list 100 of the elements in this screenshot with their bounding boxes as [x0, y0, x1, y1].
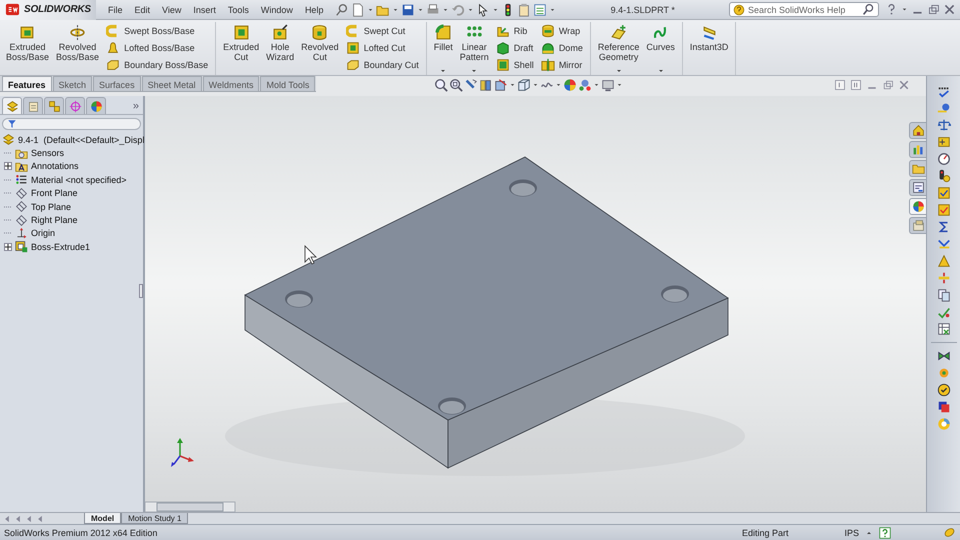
search-icon[interactable] — [862, 3, 875, 16]
panel-tab[interactable] — [86, 97, 106, 114]
gauge-icon[interactable] — [936, 152, 950, 166]
menu-item[interactable]: View — [156, 2, 188, 16]
panel-resize-handle[interactable] — [139, 284, 143, 298]
tab[interactable]: Features — [2, 76, 52, 91]
tree-item[interactable]: Top Plane — [31, 202, 72, 212]
tab[interactable]: Sheet Metal — [142, 76, 202, 91]
ribbon-button[interactable]: Extruded Boss/Base — [4, 22, 52, 75]
menu-item[interactable]: Tools — [222, 2, 255, 16]
sigma-icon[interactable] — [936, 220, 950, 234]
zoom-to-fit-icon[interactable] — [434, 78, 448, 92]
compare-icon[interactable] — [936, 288, 950, 302]
help-icon[interactable] — [879, 526, 891, 538]
ribbon-button[interactable]: Linear Pattern — [458, 22, 491, 75]
restore-icon[interactable] — [882, 79, 894, 91]
zoom-area-icon[interactable] — [449, 78, 464, 92]
tab[interactable]: Surfaces — [93, 76, 141, 91]
tree-item[interactable]: Right Plane — [31, 215, 78, 226]
tile-left-icon[interactable] — [834, 79, 846, 91]
ribbon-button[interactable]: Draft — [494, 40, 536, 55]
ribbon-button[interactable]: Revolved Cut — [299, 22, 341, 75]
tree-root-item[interactable]: 9.4-1 (Default<<Default>_Displ — [18, 134, 144, 145]
ribbon-button[interactable]: Instant3D — [688, 22, 730, 75]
ribbon-button[interactable]: Hole Wizard — [264, 22, 296, 75]
color-swatch-icon[interactable] — [936, 400, 950, 414]
ribbon-button[interactable]: Rib — [494, 23, 536, 38]
ribbon-button[interactable]: Swept Cut — [344, 23, 421, 38]
display-style-icon[interactable] — [517, 78, 532, 92]
tree-item[interactable]: Sensors — [31, 148, 64, 158]
close-icon[interactable] — [898, 79, 910, 91]
more-tabs-chevron[interactable]: » — [130, 100, 141, 114]
tab[interactable]: Model — [84, 513, 122, 524]
tab[interactable]: Motion Study 1 — [121, 513, 188, 524]
check-circle-icon[interactable] — [936, 383, 950, 397]
ribbon-button[interactable]: Shell — [494, 57, 536, 72]
check-box-icon[interactable] — [936, 186, 950, 200]
new-document-icon[interactable] — [351, 2, 366, 16]
tree-item[interactable]: Origin — [31, 228, 56, 238]
check-box-icon[interactable] — [936, 203, 950, 217]
ribbon-button[interactable]: Dome — [538, 40, 585, 55]
horizontal-scrollbar[interactable] — [145, 502, 236, 512]
rebuild-icon[interactable] — [943, 526, 956, 539]
menu-item[interactable]: Help — [298, 2, 330, 16]
clipboard-icon[interactable] — [517, 2, 532, 16]
tree-item[interactable]: Boss-Extrude1 — [31, 242, 90, 252]
ribbon-button[interactable]: Lofted Boss/Base — [104, 40, 210, 55]
undo-icon[interactable] — [451, 2, 466, 16]
split-line-icon[interactable] — [936, 271, 950, 285]
appearance-sphere-icon[interactable] — [563, 78, 578, 92]
ribbon-button[interactable]: Fillet — [432, 22, 455, 75]
panel-tab[interactable] — [2, 97, 22, 114]
check-icon[interactable] — [936, 305, 950, 319]
panel-tab[interactable] — [23, 97, 43, 114]
ribbon-button[interactable]: Wrap — [538, 23, 585, 38]
tab[interactable]: Sketch — [52, 76, 92, 91]
view-orientation-icon[interactable] — [494, 78, 508, 92]
task-pane-tab[interactable] — [909, 198, 926, 215]
task-pane-tab[interactable] — [909, 122, 926, 139]
balance-scale-icon[interactable] — [936, 118, 950, 132]
task-pane-tab[interactable] — [909, 141, 926, 158]
ribbon-button[interactable]: Reference Geometry — [596, 22, 642, 75]
view-settings-icon[interactable] — [601, 78, 616, 92]
ribbon-button[interactable]: Boundary Boss/Base — [104, 57, 210, 72]
ribbon-button[interactable]: Curves — [644, 22, 677, 75]
tab[interactable]: Mold Tools — [260, 76, 316, 91]
save-icon[interactable] — [401, 2, 416, 16]
tree-item[interactable]: Material <not specified> — [31, 174, 127, 185]
pointer-icon[interactable] — [476, 2, 490, 16]
curvature-icon[interactable] — [936, 237, 950, 251]
color-wheel-icon[interactable] — [936, 417, 950, 431]
tape-measure-icon[interactable] — [936, 101, 950, 115]
filter-field[interactable] — [2, 118, 141, 130]
checklist-icon[interactable] — [533, 2, 548, 16]
warning-icon[interactable] — [936, 254, 950, 268]
expand-toggle[interactable] — [4, 162, 12, 170]
ribbon-button[interactable]: Revolved Boss/Base — [54, 22, 102, 75]
task-pane-tab[interactable] — [909, 179, 926, 196]
tree-item[interactable]: Annotations — [31, 161, 79, 172]
ribbon-button[interactable]: Lofted Cut — [344, 40, 421, 55]
search-field[interactable]: Search SolidWorks Help — [729, 2, 879, 17]
tile-right-icon[interactable] — [850, 79, 862, 91]
restore-icon[interactable] — [927, 3, 940, 16]
menu-item[interactable]: Insert — [187, 2, 222, 16]
scene-icon[interactable] — [578, 78, 592, 92]
ribbon-button[interactable]: Swept Boss/Base — [104, 23, 210, 38]
tab[interactable]: Weldments — [202, 76, 260, 91]
table-icon[interactable] — [936, 322, 950, 336]
section-view-icon[interactable] — [479, 78, 494, 92]
expand-toggle[interactable] — [4, 242, 12, 251]
section-properties-icon[interactable] — [936, 135, 950, 149]
ribbon-button[interactable]: Boundary Cut — [344, 57, 421, 72]
ribbon-button[interactable]: Extruded Cut — [221, 22, 262, 75]
menu-item[interactable]: Window — [254, 2, 299, 16]
units-status[interactable]: IPS — [844, 528, 859, 538]
close-icon[interactable] — [943, 3, 956, 16]
menu-item[interactable]: File — [102, 2, 129, 16]
panel-tab[interactable] — [65, 97, 85, 114]
menu-item[interactable]: Edit — [128, 2, 156, 16]
task-pane-tab[interactable] — [909, 217, 926, 234]
